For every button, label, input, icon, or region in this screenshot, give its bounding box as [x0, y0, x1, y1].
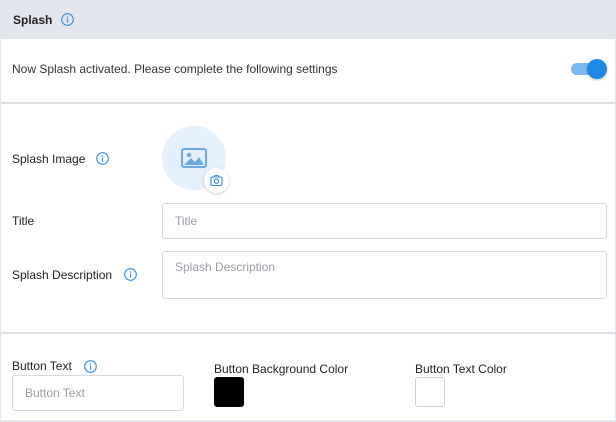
splash-settings-panel: Splash Now Splash activated. Please comp… [0, 0, 616, 422]
button-text-color-label: Button Text Color [415, 362, 507, 376]
panel-title: Splash [13, 13, 53, 27]
splash-image-label: Splash Image [12, 152, 86, 166]
splash-description-label: Splash Description [12, 268, 113, 282]
button-text-color-swatch[interactable] [415, 377, 445, 407]
button-text-input[interactable] [12, 375, 184, 411]
button-background-color-swatch[interactable] [214, 377, 244, 407]
image-icon [181, 148, 207, 168]
info-icon[interactable] [84, 360, 97, 373]
panel-header: Splash [1, 0, 616, 39]
button-text-label: Button Text [12, 359, 72, 373]
splash-description-input[interactable] [162, 251, 607, 299]
info-icon[interactable] [61, 13, 74, 26]
title-input[interactable] [162, 203, 607, 239]
info-icon[interactable] [96, 152, 109, 165]
info-icon[interactable] [124, 268, 137, 281]
button-background-color-label: Button Background Color [214, 362, 349, 376]
section-divider [1, 332, 616, 334]
activation-message: Now Splash activated. Please complete th… [12, 62, 338, 76]
splash-toggle[interactable] [571, 58, 607, 80]
section-divider [1, 102, 616, 104]
title-label: Title [12, 214, 35, 228]
camera-upload-button[interactable] [204, 168, 229, 193]
toggle-knob [587, 59, 607, 79]
